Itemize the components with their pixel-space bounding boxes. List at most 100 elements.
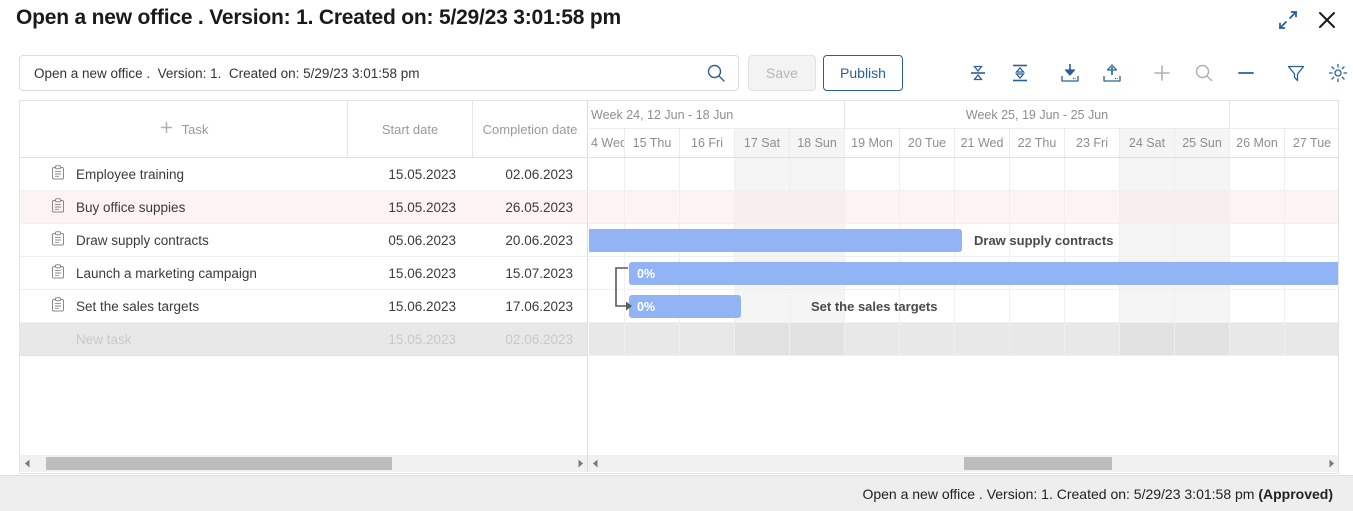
table-row[interactable]: Buy office suppies 15.05.2023 26.05.2023 <box>20 191 587 224</box>
task-completion-date[interactable]: 02.06.2023 <box>473 167 587 182</box>
scroll-track[interactable] <box>34 455 573 472</box>
task-completion-date[interactable]: 20.06.2023 <box>473 233 587 248</box>
column-header-completion-date[interactable]: Completion date <box>473 101 587 157</box>
task-start-date[interactable]: 15.05.2023 <box>348 332 473 347</box>
gantt-bar[interactable] <box>589 229 962 252</box>
clipboard-icon <box>51 264 65 282</box>
task-start-date[interactable]: 15.06.2023 <box>348 299 473 314</box>
timeline-row[interactable] <box>589 191 1338 224</box>
timeline-panel: Week 24, 12 Jun - 18 Jun Week 25, 19 Jun … <box>589 101 1338 455</box>
task-start-date[interactable]: 15.06.2023 <box>348 266 473 281</box>
timeline-cell <box>955 158 1010 190</box>
plus-icon[interactable] <box>159 120 174 138</box>
task-completion-date[interactable]: 17.06.2023 <box>473 299 587 314</box>
timeline-cell <box>1230 290 1285 322</box>
timeline-cell <box>1065 191 1120 223</box>
clipboard-icon <box>51 297 65 315</box>
status-document-info: Open a new office . Version: 1. Created … <box>862 485 1259 502</box>
expand-all-icon[interactable] <box>1002 55 1038 91</box>
timeline-week-cell: Week 24, 12 Jun - 18 Jun <box>589 101 845 128</box>
timeline-cell <box>680 191 735 223</box>
zoom-out-icon[interactable] <box>1228 55 1264 91</box>
task-start-date[interactable]: 15.05.2023 <box>348 200 473 215</box>
collapse-all-icon[interactable] <box>960 55 996 91</box>
search-field-wrapper[interactable] <box>19 55 739 91</box>
publish-button[interactable]: Publish <box>823 55 903 91</box>
timeline-cell <box>1120 158 1175 190</box>
export-icon[interactable] <box>1094 55 1130 91</box>
toolbar-icon-group <box>960 55 1353 91</box>
timeline-cell <box>1230 224 1285 256</box>
search-input[interactable] <box>20 65 706 81</box>
timeline-day-cell: 20 Tue <box>900 129 955 157</box>
status-bar-text: Open a new office . Version: 1. Created … <box>862 486 1333 502</box>
scroll-left-arrow[interactable] <box>20 455 34 472</box>
import-icon[interactable] <box>1052 55 1088 91</box>
filter-icon[interactable] <box>1278 55 1314 91</box>
scroll-thumb[interactable] <box>964 457 1112 470</box>
table-row[interactable]: Draw supply contracts 05.06.2023 20.06.202… <box>20 224 587 257</box>
scroll-left-arrow[interactable] <box>588 455 602 472</box>
task-name-cell[interactable]: Set the sales targets <box>20 297 348 315</box>
close-icon[interactable] <box>1315 8 1339 32</box>
scroll-right-arrow[interactable] <box>1324 455 1338 472</box>
timeline-cell <box>625 191 680 223</box>
timeline-cell <box>955 191 1010 223</box>
timeline-horizontal-scrollbar[interactable] <box>588 455 1338 472</box>
task-table: Task Start date Completion date Employee… <box>20 101 588 455</box>
timeline-cell <box>790 191 845 223</box>
timeline-cell <box>1230 158 1285 190</box>
timeline-cell <box>955 323 1010 355</box>
scrollbar-area <box>19 455 1339 474</box>
task-name-cell[interactable]: Employee training <box>20 165 348 183</box>
timeline-cell <box>790 323 845 355</box>
task-start-date[interactable]: 15.05.2023 <box>348 167 473 182</box>
timeline-cell <box>900 158 955 190</box>
settings-gear-icon[interactable] <box>1320 55 1353 91</box>
gantt-main-area: Task Start date Completion date Employee… <box>19 100 1339 455</box>
timeline-cell <box>735 323 790 355</box>
save-button[interactable]: Save <box>748 55 816 91</box>
status-bar: Open a new office . Version: 1. Created … <box>0 475 1353 511</box>
table-header-row: Task Start date Completion date <box>20 101 587 158</box>
timeline-cell <box>1120 224 1175 256</box>
gantt-chart-window: Open a new office . Version: 1. Created … <box>0 0 1353 511</box>
timeline-cell <box>589 257 625 289</box>
timeline-cell <box>625 323 680 355</box>
timeline-cell <box>589 191 625 223</box>
column-header-start-date[interactable]: Start date <box>348 101 473 157</box>
table-row[interactable]: Employee training 15.05.2023 02.06.2023 <box>20 158 587 191</box>
task-name-cell[interactable]: Draw supply contracts <box>20 231 348 249</box>
timeline-cell <box>1175 323 1230 355</box>
zoom-find-icon[interactable] <box>1186 55 1222 91</box>
task-name-cell[interactable]: Buy office suppies <box>20 198 348 216</box>
timeline-row[interactable] <box>589 323 1338 356</box>
column-header-task[interactable]: Task <box>20 101 348 157</box>
scroll-thumb[interactable] <box>46 457 392 470</box>
table-horizontal-scrollbar[interactable] <box>20 455 588 472</box>
timeline-day-cell: 26 Mon <box>1230 129 1285 157</box>
task-start-date[interactable]: 05.06.2023 <box>348 233 473 248</box>
task-completion-date[interactable]: 26.05.2023 <box>473 200 587 215</box>
scroll-track[interactable] <box>602 455 1324 472</box>
expand-diagonal-icon[interactable] <box>1277 9 1299 31</box>
table-row[interactable]: Launch a marketing campaign 15.06.2023 15.… <box>20 257 587 290</box>
zoom-in-icon[interactable] <box>1144 55 1180 91</box>
search-icon[interactable] <box>706 63 738 83</box>
table-row[interactable]: New task 15.05.2023 02.06.2023 <box>20 323 587 356</box>
task-completion-date[interactable]: 02.06.2023 <box>473 332 587 347</box>
gantt-bar[interactable]: 0% <box>629 295 741 318</box>
timeline-cell <box>900 191 955 223</box>
scroll-right-arrow[interactable] <box>573 455 587 472</box>
gantt-bar[interactable]: 0% <box>629 262 1338 285</box>
timeline-day-cell: 27 Tue <box>1285 129 1338 157</box>
task-completion-date[interactable]: 15.07.2023 <box>473 266 587 281</box>
timeline-cell <box>589 158 625 190</box>
timeline-cell <box>735 290 790 322</box>
task-name-cell[interactable]: New task <box>20 332 348 347</box>
table-row[interactable]: Set the sales targets 15.06.2023 17.06.202… <box>20 290 587 323</box>
task-name-cell[interactable]: Launch a marketing campaign <box>20 264 348 282</box>
timeline-week-header: Week 24, 12 Jun - 18 Jun Week 25, 19 Jun … <box>589 101 1338 129</box>
timeline-row[interactable] <box>589 158 1338 191</box>
task-name-label: Employee training <box>76 166 185 182</box>
